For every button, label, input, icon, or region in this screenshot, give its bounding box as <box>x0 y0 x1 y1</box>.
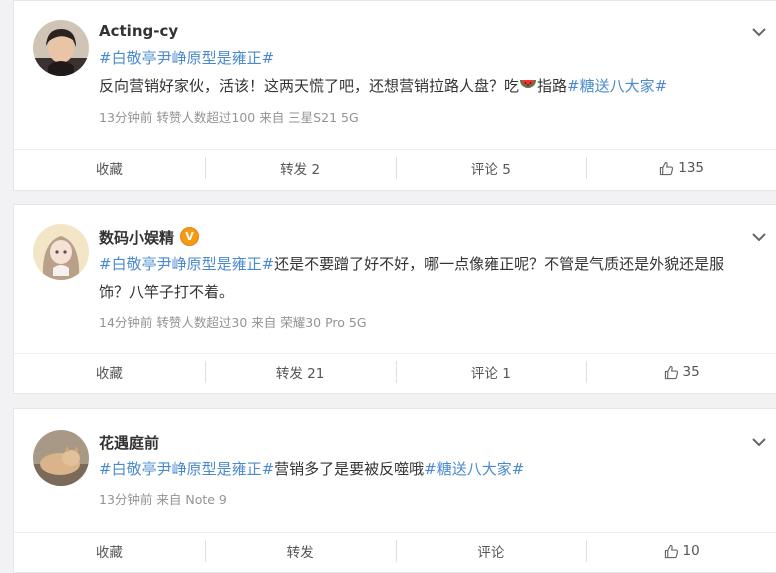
post-body: 营销多了是要被反噬哦 <box>274 460 425 478</box>
post-body: 反向营销好家伙，活该！这两天慌了吧，还想营销拉路人盘？吃 <box>99 77 520 95</box>
avatar[interactable] <box>33 430 89 486</box>
repost-label: 转发 2 <box>280 162 321 178</box>
verified-badge-icon <box>180 227 200 246</box>
avatar[interactable] <box>33 224 89 280</box>
avatar[interactable] <box>33 20 89 76</box>
repost-button[interactable]: 转发 <box>204 533 396 569</box>
hashtag-link[interactable]: #白敬亭尹峥原型是雍正# <box>99 255 274 273</box>
post-text: #白敬亭尹峥原型是雍正#营销多了是要被反噬哦#糖送八大家# <box>99 455 749 483</box>
post-card: 花遇庭前 #白敬亭尹峥原型是雍正#营销多了是要被反噬哦#糖送八大家# 13分钟前… <box>13 408 776 573</box>
favorite-button[interactable]: 收藏 <box>14 533 205 569</box>
repost-button[interactable]: 转发 2 <box>204 150 396 186</box>
post-meta: 14分钟前 转赞人数超过30 来自 荣耀30 Pro 5G <box>99 315 367 330</box>
action-bar: 收藏 转发 评论 10 <box>14 532 776 569</box>
hashtag-link[interactable]: #白敬亭尹峥原型是雍正# <box>99 460 274 478</box>
repost-label: 转发 21 <box>275 366 325 382</box>
post-text: #白敬亭尹峥原型是雍正# 反向营销好家伙，活该！这两天慌了吧，还想营销拉路人盘？… <box>99 44 749 100</box>
comment-label: 评论 1 <box>470 366 511 382</box>
post-body-cont: 饰？八竿子打不着。 <box>99 283 235 301</box>
chevron-down-icon[interactable] <box>751 27 767 37</box>
like-count: 10 <box>682 543 700 559</box>
username-text: 数码小娱精 <box>99 229 175 247</box>
post-body: 还是不要蹭了好不好，哪一点像雍正呢？不管是气质还是外貌还是服 <box>274 255 725 273</box>
favorite-button[interactable]: 收藏 <box>14 354 205 390</box>
hashtag-link[interactable]: #白敬亭尹峥原型是雍正# <box>99 49 274 67</box>
action-bar: 收藏 转发 2 评论 5 135 <box>14 149 776 186</box>
like-count: 135 <box>678 160 705 176</box>
like-button[interactable]: 135 <box>586 150 776 186</box>
like-button[interactable]: 35 <box>586 354 776 390</box>
favorite-label: 收藏 <box>95 366 123 382</box>
post-card: 数码小娱精 #白敬亭尹峥原型是雍正#还是不要蹭了好不好，哪一点像雍正呢？不管是气… <box>13 204 776 394</box>
comment-button[interactable]: 评论 <box>395 533 587 569</box>
username[interactable]: 数码小娱精 <box>99 227 200 248</box>
repost-button[interactable]: 转发 21 <box>204 354 396 390</box>
post-card: Acting-cy #白敬亭尹峥原型是雍正# 反向营销好家伙，活该！这两天慌了吧… <box>13 0 776 191</box>
favorite-label: 收藏 <box>95 545 123 561</box>
like-button[interactable]: 10 <box>586 533 776 569</box>
thumbs-up-icon <box>664 544 678 558</box>
action-bar: 收藏 转发 21 评论 1 35 <box>14 353 776 390</box>
username[interactable]: Acting-cy <box>99 22 178 40</box>
thumbs-up-icon <box>660 161 674 175</box>
post-body-cont: 指路 <box>537 77 568 95</box>
favorite-label: 收藏 <box>95 162 123 178</box>
post-text: #白敬亭尹峥原型是雍正#还是不要蹭了好不好，哪一点像雍正呢？不管是气质还是外貌还… <box>99 250 749 306</box>
comment-label: 评论 5 <box>470 162 511 178</box>
repost-label: 转发 <box>286 545 314 561</box>
username[interactable]: 花遇庭前 <box>99 432 159 453</box>
chevron-down-icon[interactable] <box>751 232 767 242</box>
post-meta: 13分钟前 转赞人数超过100 来自 三星S21 5G <box>99 110 359 125</box>
comment-button[interactable]: 评论 1 <box>395 354 587 390</box>
comment-label: 评论 <box>477 545 505 561</box>
comment-button[interactable]: 评论 5 <box>395 150 587 186</box>
hashtag-link[interactable]: #糖送八大家# <box>424 460 524 478</box>
watermelon-emoji-icon <box>520 80 537 88</box>
like-count: 35 <box>682 364 700 380</box>
thumbs-up-icon <box>664 365 678 379</box>
hashtag-link[interactable]: #糖送八大家# <box>567 77 667 95</box>
chevron-down-icon[interactable] <box>751 437 767 447</box>
post-meta: 13分钟前 来自 Note 9 <box>99 492 227 507</box>
favorite-button[interactable]: 收藏 <box>14 150 205 186</box>
